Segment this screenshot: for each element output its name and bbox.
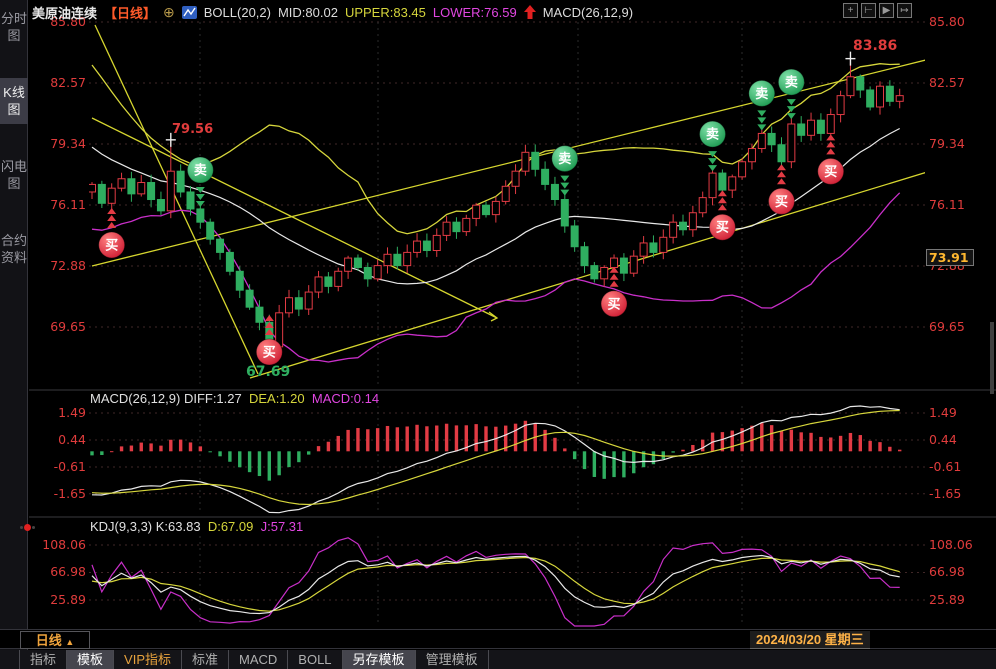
macd-dea-value: DEA:1.20 — [249, 391, 305, 406]
buy-signal-marker: 买 — [769, 188, 795, 214]
tabbar-spacer — [0, 650, 20, 669]
price-axis-label: 82.57 — [929, 75, 965, 90]
tab-7[interactable]: 另存模板 — [343, 650, 416, 669]
crosshair-date-box: 2024/03/20 星期三 — [750, 631, 870, 649]
macd-axis-label: 0.44 — [30, 432, 86, 447]
boll-upper-value: UPPER:83.45 — [345, 5, 426, 20]
chart-type-icon[interactable] — [182, 6, 197, 19]
macd-axis-label: 1.49 — [30, 405, 86, 420]
svg-text:买: 买 — [716, 220, 729, 235]
buy-signal-marker: 买 — [818, 158, 844, 184]
sell-signal-marker: 卖 — [749, 80, 775, 106]
symbol-title: 美原油连续 — [32, 3, 97, 22]
macd-diff-value: DIFF:1.27 — [184, 391, 242, 406]
kdj-j-value: J:57.31 — [261, 519, 304, 534]
tab-3[interactable]: VIP指标 — [114, 650, 182, 669]
kdj-axis-label: 25.89 — [30, 592, 86, 607]
period-tag: 【日线】 — [104, 3, 156, 22]
bottom-tab-bar: 指标模板VIP指标标准MACDBOLL另存模板管理模板 — [0, 650, 996, 669]
sidebar-item-3[interactable]: 闪电图 — [0, 152, 28, 198]
price-axis-tag: 73.91 — [926, 249, 974, 266]
macd-axis-label: -0.61 — [929, 459, 961, 474]
sidebar-item-2[interactable]: K线图 — [0, 78, 28, 124]
period-selector[interactable]: 日线 ▲ — [20, 631, 90, 649]
boll-mid-value: MID:80.02 — [278, 5, 338, 20]
svg-text:买: 买 — [263, 345, 276, 360]
svg-text:卖: 卖 — [755, 86, 768, 101]
sell-signal-marker: 卖 — [778, 69, 804, 95]
price-axis-label: 72.88 — [30, 258, 86, 273]
swing-high-annotation-right: 83.86 — [853, 38, 897, 54]
price-axis-label: 69.65 — [30, 319, 86, 334]
panel-indicator-dot — [24, 524, 31, 531]
macd-panel-header: MACD(26,12,9) DIFF:1.27 DEA:1.20 MACD:0.… — [90, 391, 379, 406]
sell-signal-marker: 卖 — [552, 146, 578, 172]
svg-text:卖: 卖 — [785, 75, 798, 90]
period-up-triangle-icon: ▲ — [65, 637, 74, 647]
price-axis-label: 76.11 — [30, 197, 86, 212]
tab-1[interactable]: 指标 — [20, 650, 67, 669]
svg-text:卖: 卖 — [706, 127, 719, 142]
crosshair-icon[interactable]: + — [843, 3, 858, 18]
svg-text:卖: 卖 — [194, 163, 207, 178]
macd-label: MACD(26,12,9) — [90, 391, 180, 406]
swing-high-annotation-left: 79.56 — [172, 122, 213, 137]
macd-macd-value: MACD:0.14 — [312, 391, 379, 406]
buy-signal-marker: 买 — [99, 232, 125, 258]
left-sidebar: 分时图 K线图闪电图合约资料 — [0, 0, 28, 669]
kdj-axis-label: 108.06 — [929, 537, 973, 552]
price-axis-label: 79.34 — [30, 136, 86, 151]
kdj-d-value: D:67.09 — [208, 519, 254, 534]
price-axis-label: 69.65 — [929, 319, 965, 334]
price-axis-label: 76.11 — [929, 197, 965, 212]
sidebar-item-4[interactable]: 合约资料 — [0, 226, 28, 272]
kdj-panel-header: KDJ(9,3,3) K:63.83 D:67.09 J:57.31 — [90, 519, 303, 534]
macd-axis-label: -1.65 — [30, 486, 86, 501]
adjust-icon[interactable]: ⊕ — [163, 4, 175, 21]
boll-indicator-label: BOLL(20,2) — [204, 5, 271, 20]
tab-4[interactable]: 标准 — [182, 650, 229, 669]
macd-axis-label: -1.65 — [929, 486, 961, 501]
chart-canvas[interactable]: 买卖买卖买卖买卖买卖买 — [0, 0, 996, 669]
kdj-axis-label: 108.06 — [30, 537, 86, 552]
macd-axis-label: 0.44 — [929, 432, 957, 447]
macd-indicator-label: MACD(26,12,9) — [543, 5, 633, 20]
swing-low-annotation: 67.69 — [246, 364, 290, 380]
trading-app-window: 买卖买卖买卖买卖买卖买 分时图K线图闪电图合约资料 美原油连续【日线】 ⊕ BO… — [0, 0, 996, 669]
tab-8[interactable]: 管理模板 — [416, 650, 489, 669]
buy-signal-marker: 买 — [709, 214, 735, 240]
header-toolbar: +⊢▶↦ — [843, 3, 912, 18]
svg-text:买: 买 — [775, 194, 788, 209]
kdj-axis-label: 25.89 — [929, 592, 965, 607]
price-axis-label: 79.34 — [929, 136, 965, 151]
macd-axis-label: -0.61 — [30, 459, 86, 474]
sell-signal-marker: 卖 — [187, 157, 213, 183]
boll-lower-value: LOWER:76.59 — [433, 5, 517, 20]
kdj-label: KDJ(9,3,3) — [90, 519, 152, 534]
svg-text:买: 买 — [105, 237, 118, 252]
svg-text:买: 买 — [824, 164, 837, 179]
kdj-k-value: K:63.83 — [156, 519, 201, 534]
svg-text:买: 买 — [608, 296, 621, 311]
tab-2[interactable]: 模板 — [67, 650, 114, 669]
macd-axis-label: 1.49 — [929, 405, 957, 420]
pane-shift-icon[interactable]: ↦ — [897, 3, 912, 18]
up-arrow-icon — [524, 5, 536, 19]
kdj-axis-label: 66.98 — [929, 564, 965, 579]
svg-text:卖: 卖 — [558, 151, 571, 166]
tab-5[interactable]: MACD — [229, 650, 288, 669]
buy-signal-marker: 买 — [256, 339, 282, 365]
kdj-axis-label: 66.98 — [30, 564, 86, 579]
sell-signal-marker: 卖 — [700, 121, 726, 147]
sidebar-item-1[interactable]: 分时图 — [0, 4, 28, 50]
tab-6[interactable]: BOLL — [288, 650, 342, 669]
axis-scale-icon[interactable]: ⊢ — [861, 3, 876, 18]
time-axis-row: 日线 ▲ 2024/03/20 星期三 — [0, 629, 996, 649]
buy-signal-marker: 买 — [601, 291, 627, 317]
price-axis-label: 82.57 — [30, 75, 86, 90]
axis-play-icon[interactable]: ▶ — [879, 3, 894, 18]
